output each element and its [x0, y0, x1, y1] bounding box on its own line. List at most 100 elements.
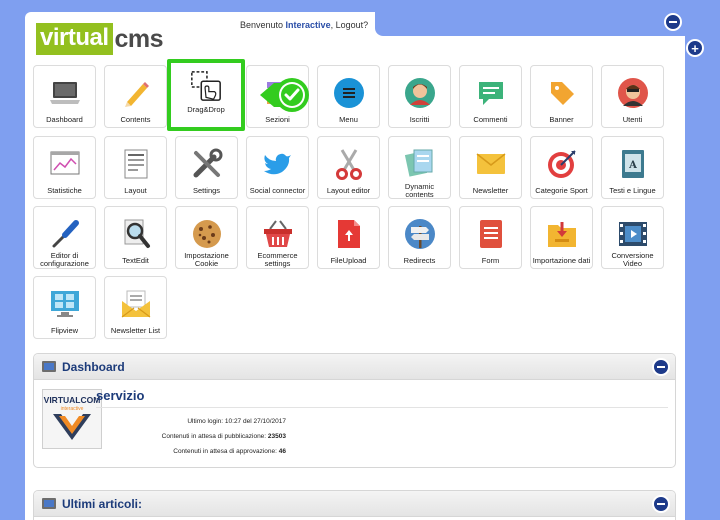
monitor-icon: [42, 498, 56, 509]
pending-approval-value: 46: [278, 448, 286, 455]
tile-label: Contents: [120, 115, 151, 124]
tile-newsletter-list[interactable]: Newsletter List: [104, 276, 167, 339]
checkmark-arrow-icon: [258, 75, 312, 115]
tile-label: Ecommerce settings: [257, 251, 298, 268]
last-login-stat: Ultimo login: 10:27 del 27/10/2017: [106, 418, 286, 425]
collapse-articles-button[interactable]: [652, 495, 670, 513]
svg-text:A: A: [628, 160, 637, 171]
tile-label: Impostazione Cookie: [184, 251, 229, 268]
tile-label: Commenti: [473, 115, 508, 124]
minus-icon: [669, 21, 677, 23]
tile-label: Iscritti: [409, 115, 430, 124]
folder-import-icon: [545, 217, 579, 251]
svg-text:VIRTUALCOM: VIRTUALCOM: [44, 395, 101, 405]
users-icon: [616, 76, 650, 110]
pending-approval-stat: Contenuti in attesa di approvazione: 46: [106, 448, 286, 455]
collapse-dashboard-button[interactable]: [652, 358, 670, 376]
tile-newsletter[interactable]: Newsletter: [459, 136, 522, 199]
tile-importazione-dati[interactable]: Importazione dati: [530, 206, 593, 269]
dashboard-username: servizio: [96, 388, 145, 403]
minus-icon: [657, 503, 665, 505]
flipview-icon: [48, 287, 82, 321]
tile-commenti[interactable]: Commenti: [459, 65, 522, 128]
tile-label: Social connector: [249, 186, 306, 195]
dynamic-docs-icon: [403, 147, 437, 177]
logo-virtual-text: virtual: [36, 23, 113, 55]
logo-cms-text: cms: [114, 24, 164, 53]
articles-header: Ultimi articoli:: [34, 491, 675, 517]
open-envelope-icon: [119, 287, 153, 321]
tile-label: Redirects: [403, 256, 436, 265]
tile-testi-lingue[interactable]: A Testi e Lingue: [601, 136, 664, 199]
logout-link[interactable]: , Logout?: [331, 20, 369, 30]
tile-iscritti[interactable]: Iscritti: [388, 65, 451, 128]
target-icon: [545, 147, 579, 181]
tile-dashboard[interactable]: Dashboard: [33, 65, 96, 128]
laptop-icon: [48, 76, 82, 110]
svg-text:interactive: interactive: [61, 406, 84, 412]
pending-publication-stat: Contenuti in attesa di pubblicazione: 23…: [106, 433, 286, 440]
tile-label: Newsletter: [472, 186, 509, 195]
tile-label: Utenti: [622, 115, 643, 124]
add-button[interactable]: +: [686, 39, 704, 57]
tile-statistiche[interactable]: Statistiche: [33, 136, 96, 199]
tile-layout[interactable]: Layout: [104, 136, 167, 199]
tile-label: Drag&Drop: [187, 105, 225, 114]
articles-title: Ultimi articoli:: [62, 496, 143, 511]
tile-flipview[interactable]: Flipview: [33, 276, 96, 339]
envelope-icon: [474, 147, 508, 181]
tile-dragdrop[interactable]: Drag&Drop: [167, 59, 245, 131]
tile-layout-editor[interactable]: Layout editor: [317, 136, 380, 199]
drag-drop-icon: [189, 69, 223, 103]
tools-icon: [190, 147, 224, 181]
tile-label: Importazione dati: [532, 256, 591, 265]
tag-icon: [545, 76, 579, 110]
collapse-top-button[interactable]: [664, 13, 682, 31]
film-icon: [616, 217, 650, 250]
signpost-icon: [403, 217, 437, 251]
top-notch: [375, 12, 685, 36]
welcome-username[interactable]: Interactive: [286, 20, 331, 30]
tile-social-connector[interactable]: Social connector: [246, 136, 309, 199]
tile-textedit[interactable]: TextEdit: [104, 206, 167, 269]
dashboard-section: Dashboard VIRTUALCOM interactive servizi…: [33, 353, 676, 468]
monitor-icon: [42, 361, 56, 372]
tile-fileupload[interactable]: FileUpload: [317, 206, 380, 269]
minus-icon: [657, 366, 665, 368]
tile-utenti[interactable]: Utenti: [601, 65, 664, 128]
tile-menu[interactable]: Menu: [317, 65, 380, 128]
cookie-icon: [190, 217, 224, 250]
tile-categorie-sport[interactable]: Categorie Sport: [530, 136, 593, 199]
tile-label: Settings: [192, 186, 221, 195]
tile-conversione-video[interactable]: Conversione Video: [601, 206, 664, 269]
tile-ecommerce-settings[interactable]: Ecommerce settings: [246, 206, 309, 269]
tile-impostazione-cookie[interactable]: Impostazione Cookie: [175, 206, 238, 269]
tile-dynamic-contents[interactable]: Dynamic contents: [388, 136, 451, 199]
virtualcom-logo: VIRTUALCOM interactive: [42, 389, 102, 449]
tile-label: Categorie Sport: [535, 186, 588, 195]
plus-icon: +: [691, 40, 699, 56]
tile-label: Form: [481, 256, 500, 265]
virtualcms-logo[interactable]: virtual cms: [36, 22, 164, 56]
last-login-label: Ultimo login:: [187, 418, 225, 425]
form-icon: [474, 217, 508, 251]
pending-publication-label: Contenuti in attesa di pubblicazione:: [161, 433, 268, 440]
tile-settings[interactable]: Settings: [175, 136, 238, 199]
twitter-bird-icon: [261, 147, 295, 181]
tile-contents[interactable]: Contents: [104, 65, 167, 128]
tile-editor-configurazione[interactable]: Editor di configurazione: [33, 206, 96, 269]
file-upload-icon: [332, 217, 366, 251]
book-icon: A: [616, 147, 650, 181]
magnifier-icon: [119, 217, 153, 251]
tile-label: Layout: [124, 186, 147, 195]
tile-label: Conversione Video: [611, 251, 654, 268]
comment-icon: [474, 76, 508, 110]
tile-label: TextEdit: [122, 256, 149, 265]
tile-banner[interactable]: Banner: [530, 65, 593, 128]
layout-icon: [119, 147, 153, 181]
tile-form[interactable]: Form: [459, 206, 522, 269]
tile-label: Statistiche: [47, 186, 82, 195]
pencil-icon: [119, 76, 153, 110]
menu-icon: [332, 76, 366, 110]
tile-redirects[interactable]: Redirects: [388, 206, 451, 269]
